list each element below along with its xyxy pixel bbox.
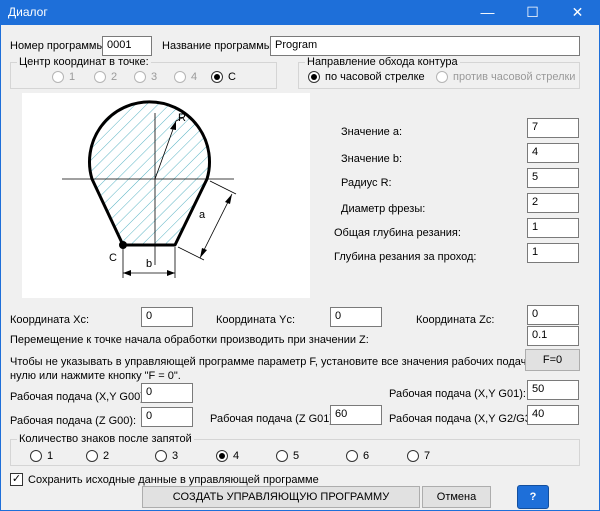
param-total-depth-label: Общая глубина резания: bbox=[334, 227, 461, 239]
radio-dot-icon bbox=[52, 71, 64, 83]
radio-dot-icon bbox=[407, 450, 419, 462]
label-a: a bbox=[199, 209, 206, 221]
feed-g00-xy-label: Рабочая подача (X,Y G00): bbox=[10, 391, 147, 403]
param-r-input[interactable]: 5 bbox=[527, 168, 579, 188]
label-c: C bbox=[109, 252, 117, 264]
center-radio-4-label: 4 bbox=[191, 71, 198, 83]
direction-radio-cw[interactable]: по часовой стрелке bbox=[308, 71, 425, 83]
center-radio-1[interactable]: 1 bbox=[52, 71, 75, 83]
f-zero-button[interactable]: F=0 bbox=[525, 349, 580, 371]
save-data-label: Сохранить исходные данные в управляющей … bbox=[28, 474, 319, 486]
decimals-radio-5[interactable]: 5 bbox=[276, 450, 299, 462]
xc-label: Координата Xc: bbox=[10, 314, 90, 326]
decimals-radio-6[interactable]: 6 bbox=[346, 450, 369, 462]
radio-dot-icon bbox=[346, 450, 358, 462]
window-title: Диалог bbox=[8, 5, 48, 19]
save-data-checkbox[interactable]: ✓ bbox=[10, 473, 23, 486]
decimals-radio-2[interactable]: 2 bbox=[86, 450, 109, 462]
feed-g01-z-label: Рабочая подача (Z G01): bbox=[210, 413, 337, 425]
decimals-radio-7[interactable]: 7 bbox=[407, 450, 430, 462]
param-b-input[interactable]: 4 bbox=[527, 143, 579, 163]
param-pass-depth-input[interactable]: 1 bbox=[527, 243, 579, 263]
feed-g23-xy-input[interactable]: 40 bbox=[527, 405, 579, 425]
decimals-radio-1-label: 1 bbox=[47, 450, 54, 462]
radio-dot-icon bbox=[94, 71, 106, 83]
decimals-radio-4[interactable]: 4 bbox=[216, 450, 239, 462]
decimals-radio-3[interactable]: 3 bbox=[155, 450, 178, 462]
radio-dot-selected-icon bbox=[308, 71, 320, 83]
feed-g01-xy-input[interactable]: 50 bbox=[527, 380, 579, 400]
center-radio-2[interactable]: 2 bbox=[94, 71, 117, 83]
direction-group-title: Направление обхода контура bbox=[305, 56, 460, 68]
center-radio-3[interactable]: 3 bbox=[134, 71, 157, 83]
program-number-label: Номер программы: bbox=[10, 40, 108, 52]
radio-dot-selected-icon bbox=[216, 450, 228, 462]
center-radio-c[interactable]: C bbox=[211, 71, 236, 83]
label-b: b bbox=[146, 258, 152, 270]
decimals-radio-3-label: 3 bbox=[172, 450, 179, 462]
radio-dot-selected-icon bbox=[211, 71, 223, 83]
decimals-radio-6-label: 6 bbox=[363, 450, 370, 462]
yc-label: Координата Yc: bbox=[216, 314, 296, 326]
contour-drawing: R a b C bbox=[22, 93, 310, 298]
help-icon[interactable]: ? bbox=[517, 485, 549, 509]
direction-radio-cw-label: по часовой стрелке bbox=[325, 71, 425, 83]
param-a-input[interactable]: 7 bbox=[527, 118, 579, 138]
decimals-radio-7-label: 7 bbox=[424, 450, 431, 462]
center-group-title: Центр координат в точке: bbox=[17, 56, 151, 68]
radio-dot-icon bbox=[134, 71, 146, 83]
param-cutter-label: Диаметр фрезы: bbox=[341, 203, 426, 215]
radio-dot-icon bbox=[30, 450, 42, 462]
xc-input[interactable]: 0 bbox=[141, 307, 193, 327]
f-note-line2: нулю или нажмите кнопку "F = 0". bbox=[10, 370, 181, 382]
param-r-label: Радиус R: bbox=[341, 177, 392, 189]
radio-dot-icon bbox=[436, 71, 448, 83]
center-radio-2-label: 2 bbox=[111, 71, 118, 83]
center-radio-c-label: C bbox=[228, 71, 236, 83]
feed-g00-xy-input[interactable]: 0 bbox=[141, 383, 193, 403]
param-cutter-input[interactable]: 2 bbox=[527, 193, 579, 213]
program-number-input[interactable]: 0001 bbox=[102, 36, 152, 56]
label-r: R bbox=[178, 112, 186, 124]
decimals-radio-4-label: 4 bbox=[233, 450, 240, 462]
radio-dot-icon bbox=[174, 71, 186, 83]
feed-g00-z-label: Рабочая подача (Z G00): bbox=[10, 415, 137, 427]
decimals-radio-2-label: 2 bbox=[103, 450, 110, 462]
center-radio-1-label: 1 bbox=[69, 71, 76, 83]
program-name-label: Название программы: bbox=[162, 40, 275, 52]
center-radio-4[interactable]: 4 bbox=[174, 71, 197, 83]
radio-dot-icon bbox=[276, 450, 288, 462]
approach-z-input[interactable]: 0.1 bbox=[527, 326, 579, 346]
maximize-button[interactable]: ☐ bbox=[510, 0, 555, 25]
feed-g01-xy-label: Рабочая подача (X,Y G01): bbox=[389, 388, 526, 400]
close-button[interactable]: ✕ bbox=[555, 0, 600, 25]
feed-g00-z-input[interactable]: 0 bbox=[141, 407, 193, 427]
zc-input[interactable]: 0 bbox=[527, 305, 579, 325]
program-name-input[interactable]: Program bbox=[270, 36, 580, 56]
direction-radio-ccw-label: против часовой стрелки bbox=[453, 71, 576, 83]
radio-dot-icon bbox=[155, 450, 167, 462]
decimals-radio-5-label: 5 bbox=[293, 450, 300, 462]
cancel-button[interactable]: Отмена bbox=[422, 486, 491, 508]
f-note-line1: Чтобы не указывать в управляющей програм… bbox=[10, 356, 576, 368]
contour-sketch-icon: R a b C bbox=[62, 100, 237, 278]
radio-dot-icon bbox=[86, 450, 98, 462]
param-total-depth-input[interactable]: 1 bbox=[527, 218, 579, 238]
center-radio-3-label: 3 bbox=[151, 71, 158, 83]
feed-g23-xy-label: Рабочая подача (X,Y G2/G3): bbox=[389, 413, 538, 425]
feed-g01-z-input[interactable]: 60 bbox=[330, 405, 382, 425]
param-a-label: Значение a: bbox=[341, 126, 403, 138]
approach-label: Перемещение к точке начала обработки про… bbox=[10, 334, 369, 346]
yc-input[interactable]: 0 bbox=[330, 307, 382, 327]
decimals-radio-1[interactable]: 1 bbox=[30, 450, 53, 462]
window-titlebar: Диалог — ☐ ✕ bbox=[0, 0, 600, 25]
param-pass-depth-label: Глубина резания за проход: bbox=[334, 251, 477, 263]
minimize-button[interactable]: — bbox=[465, 0, 510, 25]
direction-radio-ccw[interactable]: против часовой стрелки bbox=[436, 71, 575, 83]
zc-label: Координата Zc: bbox=[416, 314, 495, 326]
param-b-label: Значение b: bbox=[341, 153, 403, 165]
decimals-group-title: Количество знаков после запятой bbox=[17, 433, 194, 445]
create-program-button[interactable]: СОЗДАТЬ УПРАВЛЯЮЩУЮ ПРОГРАММУ bbox=[142, 486, 420, 508]
